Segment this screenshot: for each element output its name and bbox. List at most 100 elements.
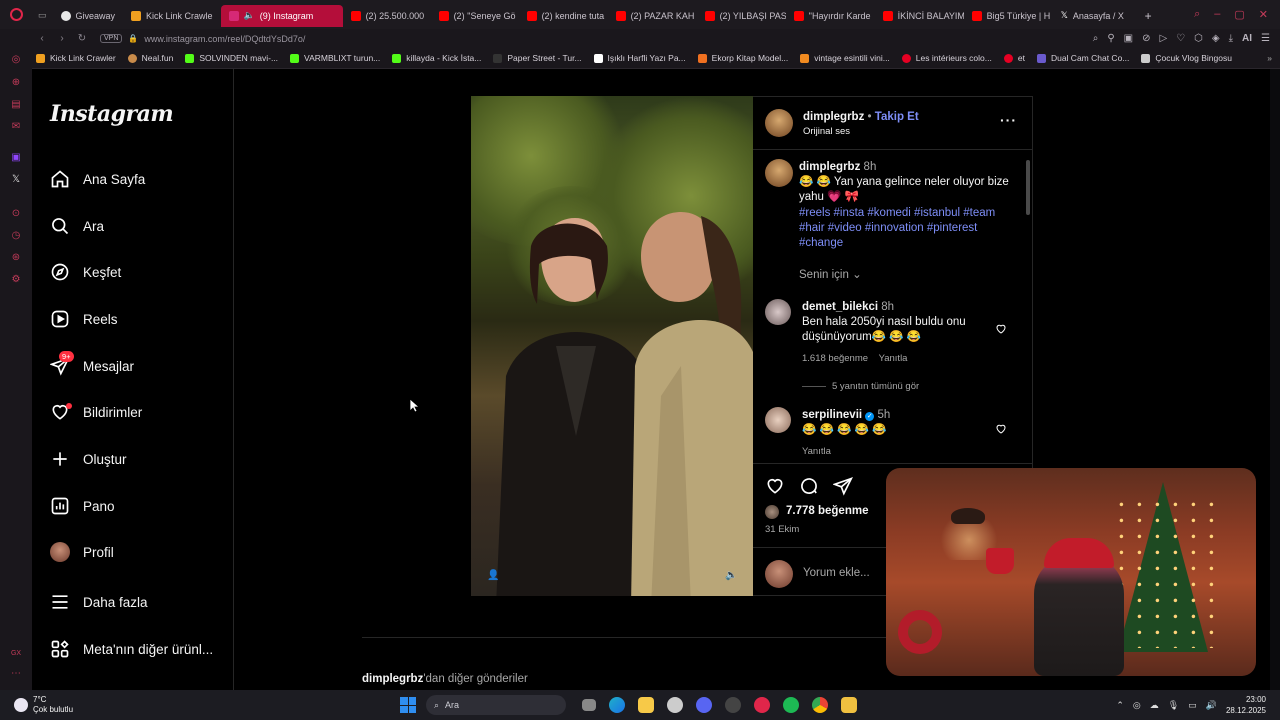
- author-avatar[interactable]: [765, 109, 793, 137]
- scrollbar-thumb[interactable]: [1026, 160, 1030, 215]
- forward-icon[interactable]: ›: [52, 33, 72, 44]
- comment-avatar[interactable]: [765, 407, 791, 433]
- history-icon[interactable]: ◷: [10, 230, 22, 242]
- bookmark-item[interactable]: Ekorp Kitap Model...: [692, 53, 795, 63]
- file-explorer-icon[interactable]: [638, 697, 654, 713]
- bookmark-item[interactable]: Çocuk Vlog Bingosu: [1135, 53, 1238, 63]
- workspace-icon[interactable]: ⊕: [10, 77, 22, 89]
- bookmarks-overflow-icon[interactable]: »: [1267, 53, 1280, 63]
- reply-button[interactable]: Yanıtla: [879, 353, 908, 364]
- share-icon[interactable]: [833, 476, 853, 496]
- nav-messages[interactable]: 9+ Mesajlar: [49, 351, 134, 379]
- tab-9[interactable]: İKİNCİ BALAYIM: [875, 5, 964, 27]
- comment-icon[interactable]: [799, 476, 819, 496]
- nav-create[interactable]: Oluştur: [50, 446, 127, 472]
- caption-hashtags[interactable]: #reels #insta #komedi #istanbul #team #h…: [799, 206, 1014, 251]
- nav-explore[interactable]: Keşfet: [50, 259, 121, 285]
- nav-search[interactable]: Ara: [50, 213, 104, 239]
- tab-11[interactable]: 𝕏 Anasayfa / X: [1053, 5, 1139, 27]
- windows-start-icon[interactable]: [400, 697, 416, 713]
- for-you-dropdown[interactable]: Senin için ⌄: [799, 268, 862, 283]
- nav-notifications[interactable]: Bildirimler: [50, 399, 142, 425]
- nav-profile[interactable]: Profil: [50, 539, 114, 565]
- caption-username[interactable]: dimplegrbz: [799, 161, 860, 173]
- bookmark-item[interactable]: et: [998, 53, 1031, 63]
- bookmark-item[interactable]: Les intérieurs colo...: [896, 53, 998, 63]
- search-tabs-icon[interactable]: ⌕: [1194, 8, 1200, 21]
- pin-icon[interactable]: ⚲: [1107, 33, 1114, 44]
- download-icon[interactable]: ⤓: [1229, 33, 1233, 44]
- tab-switcher-icon[interactable]: ▭: [32, 5, 53, 27]
- volume-tray-icon[interactable]: 🔊: [1206, 700, 1217, 711]
- weather-widget[interactable]: 7°C Çok bulutlu: [0, 695, 400, 715]
- zoom-icon[interactable]: ⌕: [1093, 33, 1099, 44]
- maximize-icon[interactable]: ▢: [1234, 8, 1244, 21]
- bookmark-icon[interactable]: ♡: [1176, 33, 1185, 44]
- chevron-up-icon[interactable]: ⌃: [1116, 700, 1124, 711]
- caption-avatar[interactable]: [765, 159, 793, 187]
- back-icon[interactable]: ‹: [32, 33, 52, 44]
- close-icon[interactable]: ✕: [1259, 8, 1268, 21]
- nav-reels[interactable]: Reels: [50, 306, 118, 332]
- player-sidebar-icon[interactable]: ⊙: [10, 208, 22, 220]
- reload-icon[interactable]: ↻: [72, 33, 92, 44]
- comment-like-icon[interactable]: [995, 323, 1007, 335]
- tab-0[interactable]: Giveaway: [53, 5, 124, 27]
- bookmark-item[interactable]: Kick Link Crawler: [30, 53, 122, 63]
- more-options-icon[interactable]: ···: [1000, 112, 1017, 128]
- extensions-icon[interactable]: ⬡: [1194, 33, 1203, 44]
- nav-meta-apps[interactable]: Meta'nın diğer ürünl...: [50, 636, 213, 662]
- follow-button[interactable]: Takip Et: [875, 111, 919, 123]
- settings-menu-icon[interactable]: ☰: [1261, 33, 1270, 44]
- bookmark-item[interactable]: Paper Street - Tur...: [487, 53, 587, 63]
- tab-8[interactable]: ''Hayırdır Karde: [786, 5, 875, 27]
- tab-3[interactable]: (2) 25.500.000: [343, 5, 431, 27]
- reply-button[interactable]: Yanıtla: [802, 446, 831, 457]
- settings-icon[interactable]: ⚙: [10, 274, 22, 286]
- bookmark-item[interactable]: SOLVINDEN mavi-...: [179, 53, 284, 63]
- instagram-logo[interactable]: Instagram: [50, 101, 174, 127]
- view-replies[interactable]: 5 yanıtın tümünü gör: [802, 381, 919, 392]
- tab-4[interactable]: (2) ''Seneye Gö: [431, 5, 519, 27]
- bookmark-item[interactable]: killayda - Kick İsta...: [386, 53, 487, 63]
- app-icon[interactable]: [841, 697, 857, 713]
- tray-app-icon[interactable]: ◎: [1133, 700, 1141, 711]
- opera-logo-icon[interactable]: [0, 0, 32, 29]
- comment-username[interactable]: serpilinevii: [802, 409, 862, 421]
- clock[interactable]: 23:00 28.12.2025: [1226, 694, 1266, 716]
- bookmark-item[interactable]: Dual Cam Chat Co...: [1031, 53, 1135, 63]
- ai-icon[interactable]: AI: [1242, 33, 1252, 44]
- comments-scrollbar[interactable]: [1026, 154, 1030, 462]
- settings-app-icon[interactable]: [667, 697, 683, 713]
- discord-icon[interactable]: [696, 697, 712, 713]
- tab-2-instagram[interactable]: 🔈 (9) Instagram: [220, 4, 343, 27]
- bookmark-item[interactable]: Neal.fun: [122, 53, 180, 63]
- author-username[interactable]: dimplegrbz: [803, 111, 864, 123]
- vpn-badge[interactable]: VPN: [100, 34, 123, 43]
- likes-count[interactable]: 7.778 beğenme: [786, 504, 868, 519]
- pinboard-icon[interactable]: ⊛: [10, 252, 22, 264]
- nav-dashboard[interactable]: Pano: [50, 493, 115, 519]
- snapshot-icon[interactable]: ▣: [1124, 33, 1133, 44]
- comment-avatar[interactable]: [765, 299, 791, 325]
- volume-icon[interactable]: 🔈: [725, 570, 737, 582]
- more-posts-user[interactable]: dimplegrbz: [362, 673, 423, 685]
- more-sidebar-icon[interactable]: ⋯: [10, 668, 22, 680]
- tab-1[interactable]: Kick Link Crawle: [123, 5, 221, 27]
- obs-icon[interactable]: [725, 697, 741, 713]
- bookmark-item[interactable]: vintage esintili vini...: [794, 53, 896, 63]
- display-icon[interactable]: ▭: [1188, 700, 1197, 711]
- taskbar-search[interactable]: ⌕ Ara: [426, 695, 566, 715]
- audio-label[interactable]: Orijinal ses: [803, 126, 850, 137]
- aria-icon[interactable]: ◎: [10, 54, 22, 66]
- bookmark-item[interactable]: Işıklı Harfli Yazı Pa...: [588, 53, 692, 63]
- bookmark-item[interactable]: VARMBLIXT turun...: [284, 53, 386, 63]
- comment-input[interactable]: Yorum ekle...: [803, 566, 870, 581]
- url-field[interactable]: www.instagram.com/reel/DQdtdYsDd7o/: [144, 34, 305, 44]
- mail-icon[interactable]: ✉: [10, 121, 22, 133]
- cloud-icon[interactable]: ☁: [1150, 700, 1159, 711]
- new-tab-button[interactable]: +: [1139, 5, 1158, 27]
- twitch-icon[interactable]: ▣: [10, 152, 22, 164]
- tab-10[interactable]: Big5 Türkiye | H: [964, 5, 1053, 27]
- minimize-icon[interactable]: –: [1214, 8, 1220, 21]
